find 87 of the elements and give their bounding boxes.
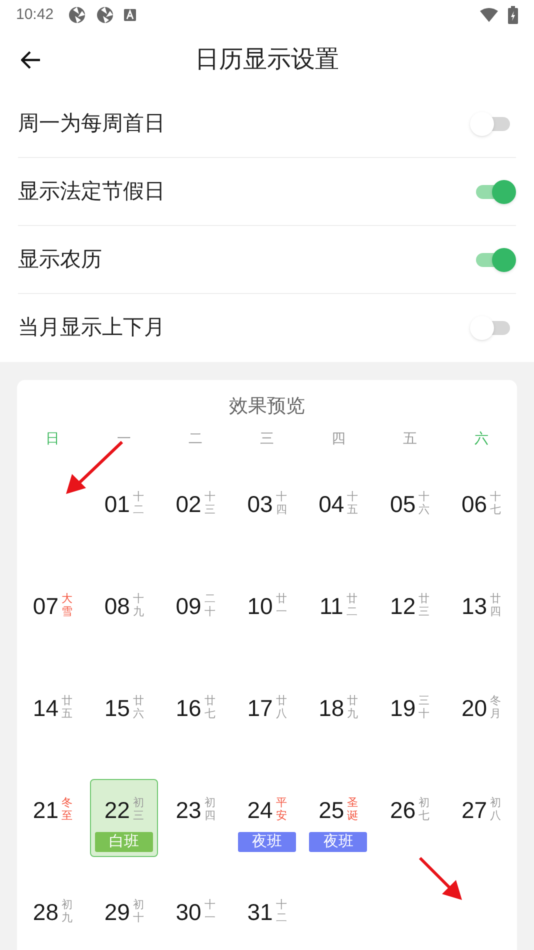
day-number: 07 [32,594,58,618]
day-number: 14 [32,696,58,720]
annotation-arrow [66,440,124,494]
back-arrow-icon [21,51,41,69]
lunar-date: 十二 [132,491,144,517]
day-number: 13 [461,594,488,618]
day-number: 15 [104,696,130,720]
lunar-date: 初十 [132,899,144,925]
day-number: 16 [176,696,202,720]
day-number: 08 [104,594,130,618]
day-number: 29 [104,900,130,924]
shift-badge: 白班 [95,832,154,852]
weekday-label: 三 [260,428,274,448]
setting-label: 当月显示上下月 [18,315,166,342]
lunar-date: 廿七 [204,695,216,721]
day-number: 18 [318,696,344,720]
lunar-date: 廿八 [276,695,287,721]
preview-title: 效果预览 [229,395,305,419]
day-number: 09 [176,594,202,618]
day-number: 02 [176,492,202,516]
day-number: 22 [104,798,130,822]
app-notification-icon [68,6,86,24]
setting-label: 显示法定节假日 [18,178,166,205]
battery-icon [508,6,518,24]
weekday-label: 一 [117,428,132,448]
day-number: 28 [32,900,58,924]
day-number: 04 [318,492,344,516]
lunar-date: 大雪 [62,593,72,619]
day-number: 23 [176,798,202,822]
lunar-date: 十七 [490,491,502,517]
day-number: 24 [247,798,273,822]
day-number: 01 [104,492,130,516]
day-number: 20 [461,696,488,720]
lunar-date: 平安 [276,797,287,823]
lunar-date: 二十 [204,593,216,619]
lunar-date: 初三 [132,797,144,823]
day-number: 11 [319,594,344,618]
day-number: 27 [461,798,488,822]
lunar-date: 十三 [204,491,216,517]
weekday-label: 四 [331,428,346,448]
lunar-date: 三十 [418,695,430,721]
day-number: 30 [176,900,202,924]
day-number: 17 [247,696,273,720]
lunar-date: 廿六 [132,695,144,721]
day-number: 21 [32,798,58,822]
shift-badge: 夜班 [309,832,368,852]
app-notification-icon [96,6,114,24]
day-number: 03 [247,492,273,516]
annotation-arrow [418,856,462,900]
lunar-date: 十五 [347,491,358,517]
page-title: 日历显示设置 [195,45,339,75]
lunar-date: 廿一 [276,593,287,619]
day-number: 10 [247,594,273,618]
day-number: 05 [390,492,416,516]
weekday-label: 日 [46,428,60,448]
weekday-label: 二 [188,428,203,448]
status-time: 10:42 [16,4,54,25]
shift-badge: 夜班 [238,832,296,852]
day-number: 26 [390,798,416,822]
lunar-date: 冬至 [62,797,72,823]
lunar-date: 廿三 [418,593,430,619]
lunar-date: 十六 [418,491,430,517]
setting-label: 周一为每周首日 [18,110,166,137]
lunar-date: 十四 [276,491,287,517]
lunar-date: 廿二 [346,593,358,619]
lunar-date: 十九 [132,593,144,619]
lunar-date: 十一 [204,899,216,925]
lunar-date: 圣诞 [347,797,358,823]
day-number: 25 [318,798,344,822]
day-number: 12 [390,594,416,618]
lunar-date: 廿四 [490,593,502,619]
wifi-icon [480,8,498,22]
lunar-date: 初九 [62,899,72,925]
day-number: 19 [390,696,416,720]
lunar-date: 初七 [418,797,430,823]
lunar-date: 冬月 [490,695,502,721]
lunar-date: 廿五 [62,695,72,721]
day-number: 06 [461,492,488,516]
weekday-label: 五 [402,428,417,448]
day-number: 31 [247,900,273,924]
lunar-date: 廿九 [347,695,358,721]
keyboard-a-icon [124,9,136,21]
lunar-date: 十二 [276,899,287,925]
lunar-date: 初四 [204,797,216,823]
setting-label: 显示农历 [18,246,103,273]
weekday-label: 六 [474,428,488,448]
lunar-date: 初八 [490,797,502,823]
